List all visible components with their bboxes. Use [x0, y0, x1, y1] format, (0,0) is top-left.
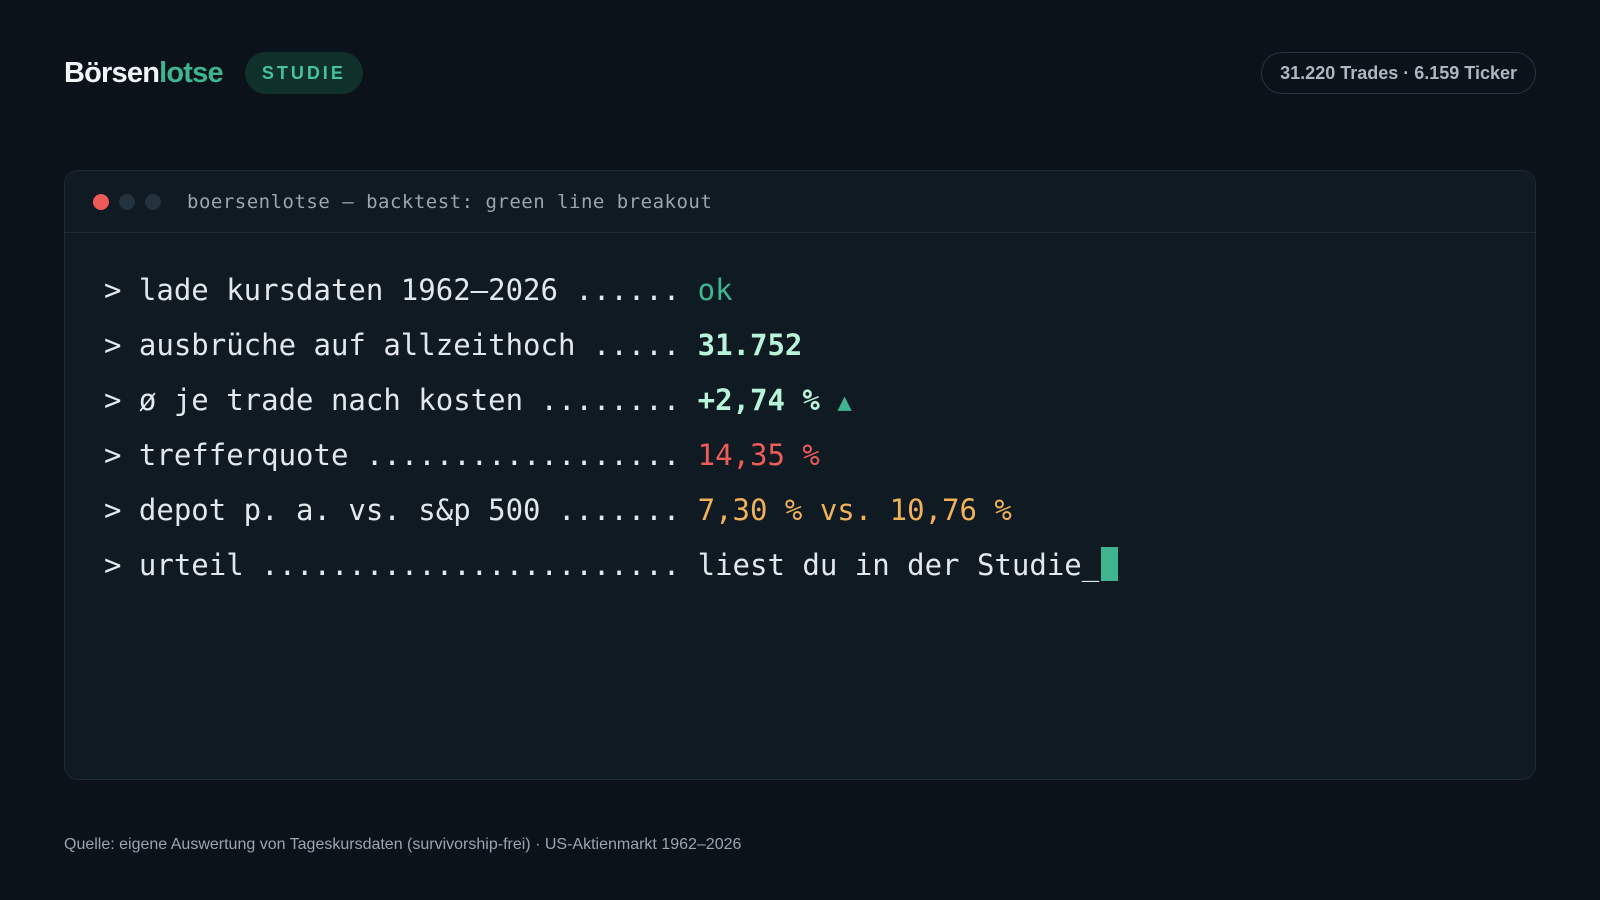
stats-badge: 31.220 Trades · 6.159 Ticker [1261, 52, 1536, 94]
line-value-hit-rate: 14,35 % [697, 438, 820, 472]
line-label: > trefferquote .................. [104, 438, 698, 472]
line-value-verdict: liest du in der Studie_ [697, 548, 1100, 582]
terminal-window: boersenlotse — backtest: green line brea… [64, 170, 1536, 780]
close-dot-icon[interactable] [93, 193, 109, 210]
source-footnote: Quelle: eigene Auswertung von Tageskursd… [64, 836, 742, 853]
terminal-output: > lade kursdaten 1962–2026 ...... ok > a… [65, 233, 1535, 593]
brand-name-part2: lotse [159, 56, 223, 89]
maximize-dot-icon[interactable] [145, 193, 161, 210]
line-value-depot-vs-sp500: 7,30 % vs. 10,76 % [697, 493, 1012, 527]
text-cursor [1101, 547, 1119, 581]
terminal-title: boersenlotse — backtest: green line brea… [187, 190, 713, 213]
terminal-line-depot: > depot p. a. vs. s&p 500 ....... 7,30 %… [104, 483, 1535, 538]
terminal-line-urteil: > urteil ........................ liest … [104, 538, 1535, 593]
line-value-ok: ok [697, 273, 733, 307]
brand-logo[interactable]: Börsenlotse [64, 56, 224, 89]
brand-name-part1: Börsen [64, 56, 160, 89]
line-label: > depot p. a. vs. s&p 500 ....... [104, 493, 698, 527]
line-label: > urteil ........................ [104, 548, 698, 582]
minimize-dot-icon[interactable] [119, 193, 135, 210]
terminal-titlebar: boersenlotse — backtest: green line brea… [65, 171, 1535, 233]
terminal-line-kursdaten: > lade kursdaten 1962–2026 ...... ok [104, 263, 1535, 318]
studie-badge: STUDIE [244, 52, 363, 94]
triangle-up-icon: ▲ [837, 388, 852, 416]
line-value-breakouts: 31.752 [697, 328, 803, 362]
terminal-line-trefferquote: > trefferquote .................. 14,35 … [104, 428, 1535, 483]
line-label: > lade kursdaten 1962–2026 ...... [104, 273, 698, 307]
terminal-line-ausbrueche: > ausbrüche auf allzeithoch ..... 31.752 [104, 318, 1535, 373]
line-label: > ø je trade nach kosten ........ [104, 383, 698, 417]
line-value-avg-return: +2,74 % [697, 383, 820, 417]
line-label: > ausbrüche auf allzeithoch ..... [104, 328, 698, 362]
header-left: Börsenlotse STUDIE [64, 52, 363, 94]
terminal-line-avg-trade: > ø je trade nach kosten ........ +2,74 … [104, 373, 1535, 428]
